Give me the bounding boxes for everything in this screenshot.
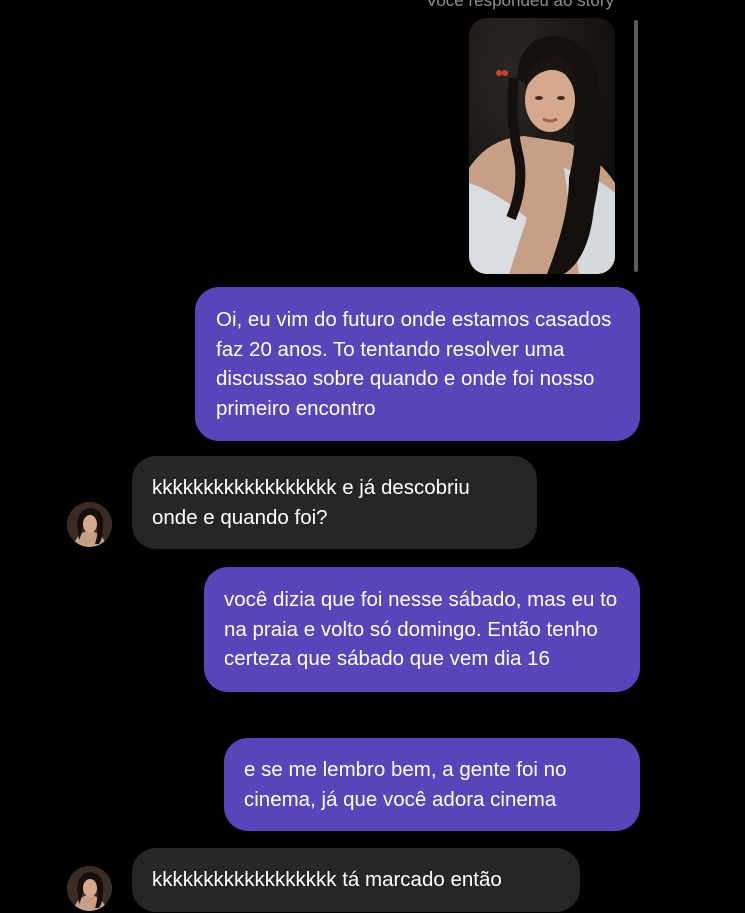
contact-avatar[interactable] xyxy=(67,866,112,911)
message-outgoing[interactable]: Oi, eu vim do futuro onde estamos casado… xyxy=(195,287,640,441)
avatar-icon xyxy=(67,866,112,911)
story-reply-bar xyxy=(634,20,638,272)
message-text: você dizia que foi nesse sábado, mas eu … xyxy=(224,588,618,670)
message-text: kkkkkkkkkkkkkkkkkk e já descobriu onde e… xyxy=(152,476,470,529)
contact-avatar[interactable] xyxy=(67,502,112,547)
story-photo-icon xyxy=(469,18,615,274)
story-preview-thumbnail[interactable] xyxy=(469,18,615,274)
message-incoming[interactable]: kkkkkkkkkkkkkkkkkk tá marcado então xyxy=(132,848,580,912)
message-text: e se me lembro bem, a gente foi no cinem… xyxy=(244,758,567,811)
message-outgoing[interactable]: você dizia que foi nesse sábado, mas eu … xyxy=(204,567,640,692)
message-outgoing[interactable]: e se me lembro bem, a gente foi no cinem… xyxy=(224,738,640,831)
chat-screen: Você respondeu ao story Oi, eu vim do fu… xyxy=(0,0,745,913)
message-text: Oi, eu vim do futuro onde estamos casado… xyxy=(216,308,612,420)
avatar-icon xyxy=(67,502,112,547)
message-text: kkkkkkkkkkkkkkkkkk tá marcado então xyxy=(152,868,502,891)
message-incoming[interactable]: kkkkkkkkkkkkkkkkkk e já descobriu onde e… xyxy=(132,456,537,549)
story-reply-note: Você respondeu ao story xyxy=(425,0,615,10)
